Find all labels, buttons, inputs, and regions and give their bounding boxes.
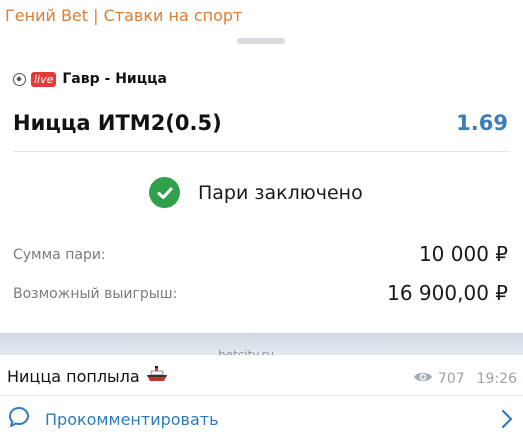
message-caption: Ницца поплыла <box>7 365 168 387</box>
status-text: Пари заключено <box>198 181 363 204</box>
caption-text: Ницца поплыла <box>7 366 140 386</box>
bet-name: Ницца ИТМ2(0.5) <box>13 111 222 135</box>
message-meta: 707 19:26 <box>413 370 517 388</box>
stake-label: Сумма пари: <box>13 247 106 263</box>
event-row: live Гавр - Ницца <box>13 70 167 88</box>
bet-status: Пари заключено <box>149 177 363 208</box>
ticket-divider <box>13 151 510 152</box>
sheet-drag-handle[interactable] <box>237 38 285 44</box>
payout-label: Возможный выигрыш: <box>13 286 178 302</box>
chevron-right-icon[interactable] <box>501 409 513 433</box>
stake-value: 10 000 ₽ <box>418 242 508 266</box>
channel-title[interactable]: Гений Bet | Ставки на спорт <box>5 6 242 25</box>
comment-button[interactable]: Прокомментировать <box>0 396 523 442</box>
comment-label: Прокомментировать <box>45 409 219 429</box>
ship-emoji-icon <box>146 365 168 387</box>
payout-value: 16 900,00 ₽ <box>387 281 508 305</box>
soccer-ball-icon <box>13 72 26 86</box>
message-time: 19:26 <box>476 371 517 387</box>
comment-bubble-icon <box>7 405 31 433</box>
eye-icon <box>413 370 433 388</box>
live-badge: live <box>31 71 57 87</box>
view-count: 707 <box>437 371 465 387</box>
check-circle-icon <box>149 177 180 208</box>
bet-odds: 1.69 <box>456 111 508 135</box>
event-title: Гавр - Ницца <box>62 71 167 87</box>
